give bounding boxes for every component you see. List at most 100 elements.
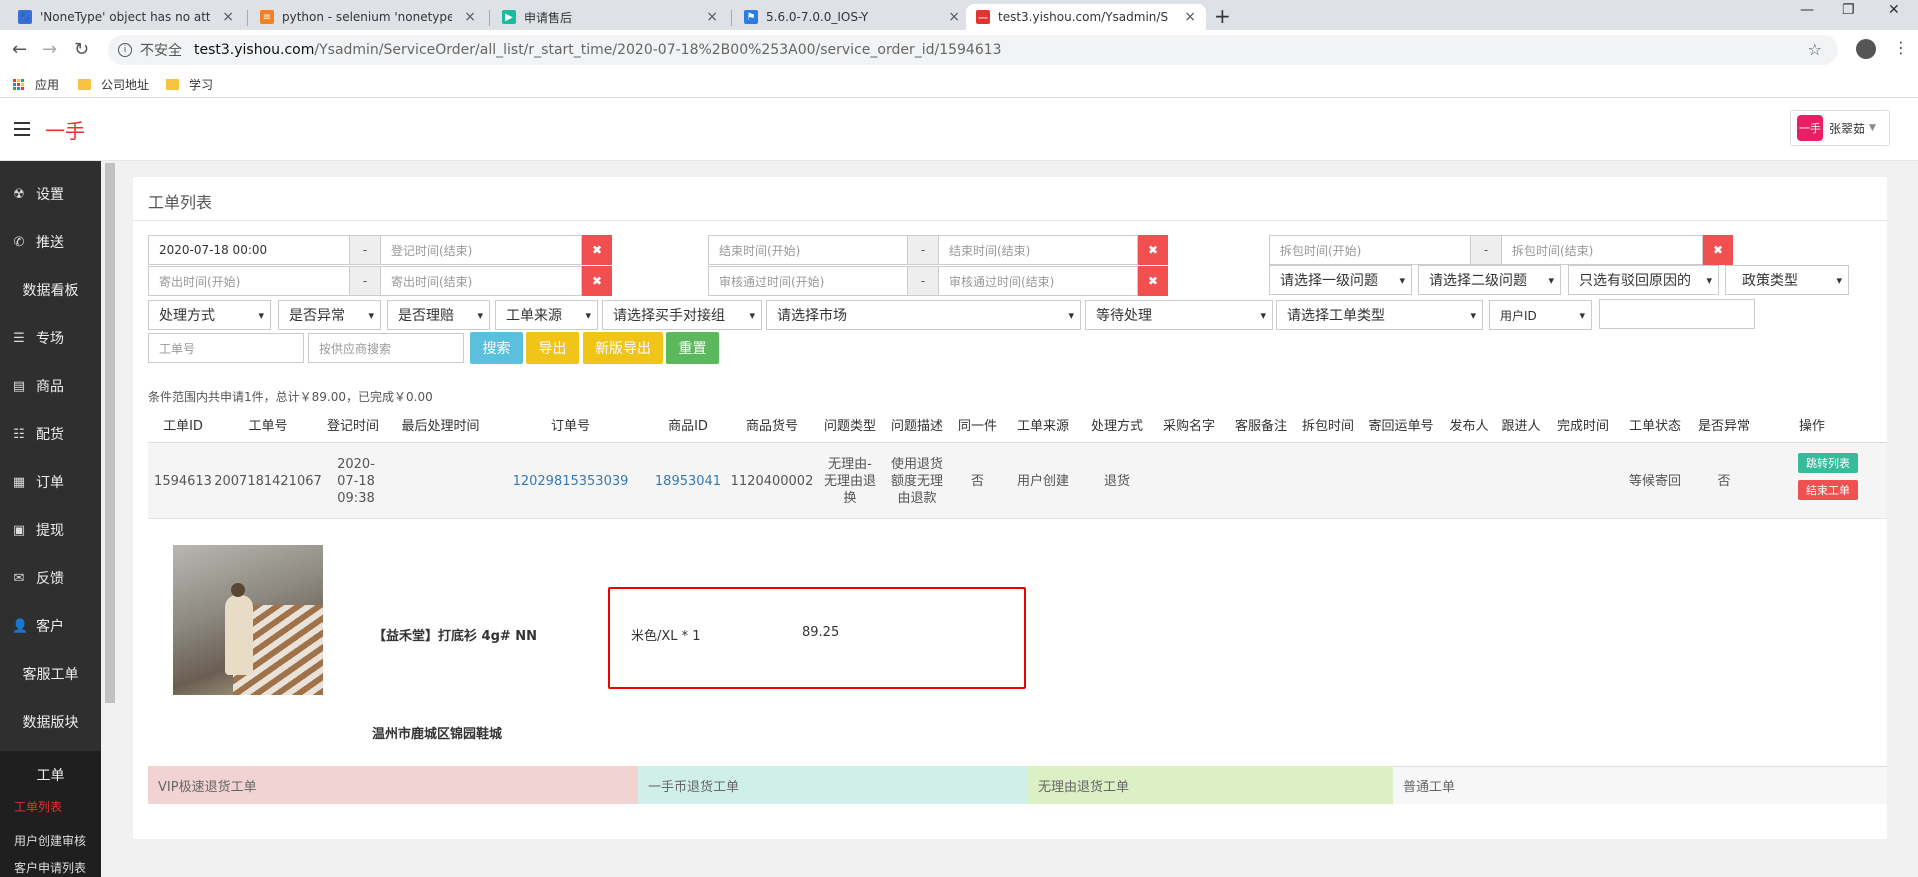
- close-tab-icon[interactable]: ×: [1184, 9, 1196, 25]
- sidebar-item-orders[interactable]: ▦ 订单: [0, 458, 101, 506]
- close-tab-icon[interactable]: ×: [464, 9, 476, 25]
- hamburger-icon[interactable]: [14, 122, 30, 136]
- status-select[interactable]: 等待处理 ▾: [1085, 300, 1273, 330]
- abnormal-select[interactable]: 是否异常 ▾: [278, 300, 381, 330]
- browser-tab-2[interactable]: ≡ python - selenium 'nonetype' ×: [250, 4, 486, 30]
- sidebar-item-distribution[interactable]: ☷ 配货: [0, 410, 101, 458]
- clear-icon[interactable]: ✖: [1138, 235, 1168, 265]
- ticket-source-select[interactable]: 工单来源 ▾: [495, 300, 598, 330]
- product-image-figure: [225, 595, 253, 675]
- table-row: 1594613 2007181421067 2020-07-18 09:38 1…: [148, 443, 1887, 519]
- sidebar-item-ticket-list[interactable]: 工单列表: [0, 789, 101, 823]
- sidebar-item-settings[interactable]: ☢ 设置: [0, 170, 101, 218]
- reg-end-input[interactable]: 登记时间(结束): [380, 235, 582, 265]
- col-header: 是否异常: [1697, 419, 1750, 434]
- handle-method-select[interactable]: 处理方式 ▾: [148, 300, 271, 330]
- info-icon[interactable]: i: [118, 43, 132, 57]
- product-image: [173, 545, 323, 695]
- goods-id-link[interactable]: 18953041: [648, 443, 728, 519]
- level2-issue-select[interactable]: 请选择二级问题 ▾: [1418, 265, 1561, 295]
- new-tab-button[interactable]: +: [1214, 4, 1231, 28]
- compensate-select[interactable]: 是否理赔 ▾: [387, 300, 490, 330]
- market-select[interactable]: 请选择市场 ▾: [766, 300, 1081, 330]
- col-header: 寄回运单号: [1368, 419, 1434, 434]
- chevron-down-icon: ▾: [585, 309, 591, 322]
- browser-tab-3[interactable]: ▶ 申请售后 ×: [492, 4, 728, 30]
- ticket-type-select[interactable]: 请选择工单类型 ▾: [1276, 300, 1483, 330]
- close-tab-icon[interactable]: ×: [222, 9, 234, 25]
- search-button[interactable]: 搜索: [470, 332, 523, 364]
- order-id-link[interactable]: 12029815353039: [493, 443, 648, 519]
- reg-start-input[interactable]: 2020-07-18 00:00: [148, 235, 350, 265]
- sidebar-item-data-board[interactable]: 数据看板: [0, 266, 101, 314]
- scrollbar-thumb[interactable]: [105, 163, 115, 703]
- select-value: 用户ID: [1500, 308, 1537, 323]
- browser-tab-1[interactable]: 🐾 'NoneType' object has no attri ×: [8, 4, 244, 30]
- user-id-input[interactable]: [1599, 299, 1755, 329]
- rejected-reason-select[interactable]: 只选有驳回原因的 ▾: [1568, 265, 1719, 295]
- bookmark-label: 学习: [189, 78, 214, 92]
- end-end-input[interactable]: 结束时间(结束): [938, 235, 1138, 265]
- window-close-icon[interactable]: ✕: [1888, 2, 1900, 18]
- level1-issue-select[interactable]: 请选择一级问题 ▾: [1269, 265, 1412, 295]
- clear-icon[interactable]: ✖: [582, 266, 612, 296]
- bookmark-star-icon[interactable]: ☆: [1808, 40, 1822, 59]
- sidebar-item-user-create-review[interactable]: 用户创建审核: [0, 823, 101, 857]
- audit-start-input[interactable]: 审核通过时间(开始): [708, 266, 908, 296]
- send-start-input[interactable]: 寄出时间(开始): [148, 266, 350, 296]
- product-price: 89.25: [802, 625, 840, 640]
- sidebar-item-withdraw[interactable]: ▣ 提现: [0, 506, 101, 554]
- bookmark-apps[interactable]: 应用: [13, 76, 59, 93]
- buyer-group-select[interactable]: 请选择买手对接组 ▾: [602, 300, 762, 330]
- cell-ticket-id: 1594613: [154, 473, 212, 489]
- more-menu-icon[interactable]: ⋮: [1893, 38, 1909, 57]
- user-menu[interactable]: 一手 张翠茹 ▼: [1790, 110, 1890, 146]
- profile-avatar-icon[interactable]: [1856, 39, 1876, 59]
- new-export-button[interactable]: 新版导出: [583, 332, 663, 364]
- unpack-end-input[interactable]: 拆包时间(结束): [1501, 235, 1703, 265]
- tab-separator: [731, 10, 732, 26]
- maximize-icon[interactable]: ❐: [1842, 2, 1855, 18]
- sidebar-scrollbar[interactable]: [101, 161, 117, 877]
- sidebar-item-tickets[interactable]: 工单: [0, 757, 101, 793]
- back-arrow-icon[interactable]: ←: [12, 39, 27, 60]
- url-field[interactable]: i 不安全 test3.yishou.com/Ysadmin/ServiceOr…: [108, 35, 1838, 65]
- forward-arrow-icon[interactable]: →: [42, 39, 57, 60]
- clear-icon[interactable]: ✖: [1138, 266, 1168, 296]
- close-tab-icon[interactable]: ×: [706, 9, 718, 25]
- sidebar-item-data-section[interactable]: 数据版块: [0, 698, 101, 746]
- reload-icon[interactable]: ↻: [74, 39, 89, 60]
- reset-button[interactable]: 重置: [666, 332, 719, 364]
- export-button[interactable]: 导出: [526, 332, 579, 364]
- send-end-input[interactable]: 寄出时间(结束): [380, 266, 582, 296]
- browser-tab-5-active[interactable]: 一 test3.yishou.com/Ysadmin/Se ×: [966, 4, 1206, 30]
- end-start-input[interactable]: 结束时间(开始): [708, 235, 908, 265]
- policy-type-select[interactable]: 政策类型 ▾: [1725, 265, 1849, 295]
- ticket-no-input[interactable]: 工单号: [148, 333, 304, 363]
- bookmark-company[interactable]: 公司地址: [78, 76, 149, 93]
- minimize-icon[interactable]: —: [1800, 2, 1814, 18]
- audit-end-input[interactable]: 审核通过时间(结束): [938, 266, 1138, 296]
- jump-list-button[interactable]: 跳转列表: [1798, 453, 1858, 473]
- close-tab-icon[interactable]: ×: [948, 9, 960, 25]
- tab-title: test3.yishou.com/Ysadmin/Se: [998, 10, 1168, 24]
- supplier-search-input[interactable]: 按供应商搜索: [308, 333, 464, 363]
- sidebar-item-goods[interactable]: ▤ 商品: [0, 362, 101, 410]
- clear-icon[interactable]: ✖: [582, 235, 612, 265]
- range-dash: -: [1471, 235, 1501, 265]
- browser-tab-4[interactable]: ⚑ 5.6.0-7.0.0_IOS-Y ×: [734, 4, 970, 30]
- sidebar-item-feedback[interactable]: ✉ 反馈: [0, 554, 101, 602]
- cell-source: 用户创建: [1016, 473, 1069, 489]
- user-id-type-select[interactable]: 用户ID ▾: [1489, 300, 1592, 330]
- unpack-start-input[interactable]: 拆包时间(开始): [1269, 235, 1471, 265]
- sidebar-item-customers[interactable]: 👤 客户: [0, 602, 101, 650]
- sidebar-item-push[interactable]: ✆ 推送: [0, 218, 101, 266]
- cell-issue-desc: 使用退货额度无理由退款: [890, 456, 943, 506]
- chevron-down-icon: ▾: [1068, 309, 1074, 322]
- sidebar-item-customer-requests[interactable]: 客户申请列表: [0, 855, 101, 877]
- sidebar-item-cs-ticket[interactable]: 客服工单: [0, 650, 101, 698]
- end-ticket-button[interactable]: 结束工单: [1798, 480, 1858, 500]
- bookmark-study[interactable]: 学习: [166, 76, 213, 93]
- sidebar-item-special[interactable]: ☰ 专场: [0, 314, 101, 362]
- clear-icon[interactable]: ✖: [1703, 235, 1733, 265]
